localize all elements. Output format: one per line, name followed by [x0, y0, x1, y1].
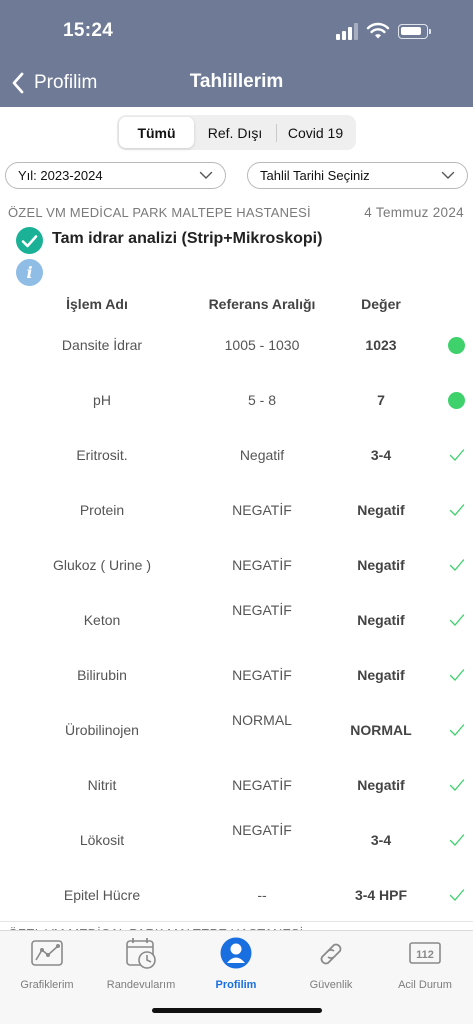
page-title: Tahlillerim: [189, 71, 284, 92]
report-divider: [0, 921, 473, 922]
completed-check-icon: [16, 227, 43, 254]
nav-header: 15:24 Profilim Tahlillerim: [0, 0, 473, 107]
check-mark-icon: [449, 504, 465, 516]
check-mark-icon: [449, 559, 465, 571]
check-mark-icon: [449, 614, 465, 626]
segment-all[interactable]: Tümü: [119, 117, 194, 148]
test-name-cell: Glukoz ( Urine ): [52, 557, 152, 573]
filter-segmented-control: Tümü Ref. Dışı Covid 19: [117, 115, 356, 150]
segment-out-of-range[interactable]: Ref. Dışı: [194, 117, 276, 148]
reference-range-cell: NEGATİF: [232, 777, 292, 793]
test-name-cell: Lökosit: [79, 832, 125, 848]
tab-label: Profilim: [215, 979, 257, 991]
tab-label: Grafiklerim: [20, 979, 74, 991]
emergency-112-icon: 112: [409, 942, 441, 964]
app-screen: 15:24 Profilim Tahlillerim Tümü Ref. Dış…: [0, 0, 473, 1024]
tab-acil-durum[interactable]: 112 Acil Durum: [378, 937, 472, 991]
test-name-cell: pH: [93, 392, 111, 408]
result-value-cell: Negatif: [357, 777, 405, 793]
reference-range-cell: NEGATİF: [232, 602, 292, 618]
test-name-cell: Protein: [79, 502, 125, 518]
test-name-cell: Epitel Hücre: [63, 887, 141, 903]
check-mark-icon: [449, 669, 465, 681]
check-mark-icon: [449, 779, 465, 791]
check-mark-icon: [449, 834, 465, 846]
table-row[interactable]: Protein NEGATİF Negatif: [0, 483, 473, 538]
table-row[interactable]: Glukoz ( Urine ) NEGATİF Negatif: [0, 538, 473, 593]
table-row[interactable]: Epitel Hücre -- 3-4 HPF: [0, 868, 473, 923]
result-value-cell: Negatif: [357, 557, 405, 573]
table-row[interactable]: Lökosit NEGATİF 3-4: [0, 813, 473, 868]
table-row[interactable]: Dansite İdrar 1005 - 1030 1023: [0, 318, 473, 373]
result-value-cell: 3-4: [370, 832, 392, 848]
check-mark-icon: [449, 724, 465, 736]
column-header-reference: Referans Aralığı: [208, 296, 316, 312]
table-row[interactable]: Bilirubin NEGATİF Negatif: [0, 648, 473, 703]
check-mark-icon: [449, 449, 465, 461]
table-row[interactable]: Ürobilinojen NORMAL NORMAL: [0, 703, 473, 758]
test-name-cell: Nitrit: [87, 777, 117, 793]
reference-range-cell: NEGATİF: [232, 822, 292, 838]
tab-label: Randevularım: [106, 979, 176, 991]
cellular-signal-icon: [336, 22, 362, 40]
test-date-dropdown[interactable]: Tahlil Tarihi Seçiniz: [247, 162, 468, 189]
calendar-clock-icon: [126, 938, 156, 969]
test-name-cell: Keton: [83, 612, 121, 628]
person-icon: [220, 937, 252, 969]
status-ok-dot: [448, 392, 465, 409]
chart-icon: [31, 940, 63, 966]
hospital-name: ÖZEL VM MEDİCAL PARK MALTEPE HASTANESİ: [8, 205, 311, 220]
test-date-dropdown-value: Tahlil Tarihi Seçiniz: [260, 168, 370, 183]
result-value-cell: 7: [377, 392, 385, 408]
chevron-down-icon: [441, 171, 455, 179]
year-dropdown[interactable]: Yıl: 2023-2024: [5, 162, 226, 189]
test-name-cell: Bilirubin: [77, 667, 127, 683]
check-mark-icon: [449, 889, 465, 901]
reference-range-cell: Negatif: [239, 447, 285, 463]
table-row[interactable]: Keton NEGATİF Negatif: [0, 593, 473, 648]
reference-range-cell: NEGATİF: [232, 502, 292, 518]
home-indicator: [152, 1008, 322, 1013]
result-value-cell: 1023: [365, 337, 397, 353]
tab-label: Güvenlik: [309, 979, 353, 991]
test-name-cell: Ürobilinojen: [65, 722, 139, 738]
chevron-down-icon: [199, 171, 213, 179]
result-value-cell: Negatif: [357, 502, 405, 518]
column-header-value: Değer: [361, 296, 401, 312]
info-icon[interactable]: i: [16, 259, 43, 286]
reference-range-cell: NEGATİF: [232, 667, 292, 683]
wifi-icon: [366, 22, 390, 39]
year-dropdown-value: Yıl: 2023-2024: [18, 168, 103, 183]
emergency-number: 112: [416, 949, 434, 961]
report-date: 4 Temmuz 2024: [364, 205, 464, 220]
tab-profilim[interactable]: Profilim: [189, 937, 283, 991]
reference-range-cell: 5 - 8: [247, 392, 276, 408]
result-value-cell: NORMAL: [350, 722, 412, 738]
table-row[interactable]: Nitrit NEGATİF Negatif: [0, 758, 473, 813]
tab-guvenlik[interactable]: Güvenlik: [284, 937, 378, 991]
table-row[interactable]: pH 5 - 8 7: [0, 373, 473, 428]
tab-label: Acil Durum: [398, 979, 452, 991]
tab-grafiklerim[interactable]: Grafiklerim: [0, 937, 94, 991]
table-row[interactable]: Eritrosit. Negatif 3-4: [0, 428, 473, 483]
result-value-cell: Negatif: [357, 612, 405, 628]
link-icon: [320, 943, 342, 965]
result-value-cell: 3-4 HPF: [354, 887, 408, 903]
segment-covid19[interactable]: Covid 19: [277, 117, 354, 148]
result-value-cell: Negatif: [357, 667, 405, 683]
battery-icon: [398, 24, 431, 39]
test-name-cell: Dansite İdrar: [61, 337, 143, 353]
test-title: Tam idrar analizi (Strip+Mikroskopi): [52, 230, 323, 247]
result-value-cell: 3-4: [370, 447, 392, 463]
reference-range-cell: --: [257, 887, 267, 903]
test-name-cell: Eritrosit.: [76, 447, 128, 463]
status-ok-dot: [448, 337, 465, 354]
reference-range-cell: NORMAL: [232, 712, 292, 728]
reference-range-cell: 1005 - 1030: [224, 337, 300, 353]
status-time: 15:24: [63, 20, 114, 41]
column-header-name: İşlem Adı: [66, 296, 128, 312]
tab-randevularim[interactable]: Randevularım: [94, 937, 188, 991]
reference-range-cell: NEGATİF: [232, 557, 292, 573]
